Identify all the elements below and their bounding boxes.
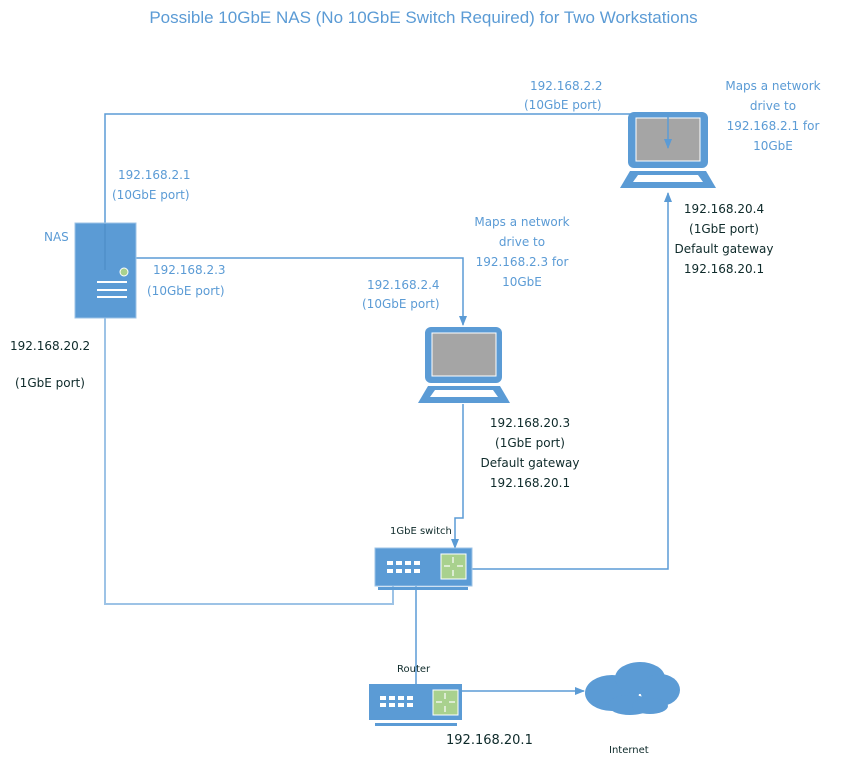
ws1-note-line: 192.168.2.1 for — [726, 119, 820, 133]
ws2-note-line: 192.168.2.3 for — [475, 255, 569, 269]
workstation-2-laptop-icon[interactable] — [418, 327, 510, 403]
nas-label: NAS — [44, 230, 69, 244]
nas-port-a-type: (10GbE port) — [112, 188, 190, 202]
link-ws2-switch — [451, 404, 464, 549]
ws1-10g-type: (10GbE port) — [524, 98, 602, 112]
ws1-1g-type: (1GbE port) — [689, 222, 759, 236]
nas-1g-ip: 192.168.20.2 — [10, 339, 91, 353]
ws1-note-line: drive to — [749, 99, 797, 113]
router-icon[interactable] — [369, 684, 462, 726]
ws1-gateway-ip: 192.168.20.1 — [683, 262, 765, 276]
ws2-gateway-label: Default gateway — [480, 456, 580, 470]
ws2-note-line: Maps a network — [474, 215, 570, 229]
ws2-note: Maps a network drive to 192.168.2.3 for … — [462, 212, 582, 292]
ws2-1g-type: (1GbE port) — [495, 436, 565, 450]
nas-port-a-ip: 192.168.2.1 — [118, 168, 191, 182]
ws2-1g-ip: 192.168.20.3 — [489, 416, 571, 430]
ws1-1g-info: 192.168.20.4 (1GbE port) Default gateway… — [664, 199, 784, 279]
ws1-1g-ip: 192.168.20.4 — [683, 202, 765, 216]
ws1-note-line: Maps a network — [725, 79, 821, 93]
nas-1g-type: (1GbE port) — [15, 376, 85, 390]
ws1-gateway-label: Default gateway — [674, 242, 774, 256]
ws2-1g-info: 192.168.20.3 (1GbE port) Default gateway… — [470, 413, 590, 493]
internet-label: Internet — [609, 745, 649, 756]
ws2-note-line: drive to — [498, 235, 546, 249]
diagram-title: Possible 10GbE NAS (No 10GbE Switch Requ… — [149, 8, 698, 27]
switch-icon[interactable] — [374, 547, 473, 590]
ws1-note: Maps a network drive to 192.168.2.1 for … — [718, 76, 828, 156]
link-nas-switch — [104, 318, 394, 605]
switch-label: 1GbE switch — [390, 526, 452, 537]
router-label: Router — [397, 664, 431, 675]
router-ip: 192.168.20.1 — [446, 733, 533, 748]
ws1-10g-ip: 192.168.2.2 — [530, 79, 603, 93]
nas-port-b-ip: 192.168.2.3 — [153, 263, 226, 277]
ws1-note-line: 10GbE — [753, 139, 793, 153]
ws2-10g-type: (10GbE port) — [362, 297, 440, 311]
internet-cloud-icon[interactable] — [585, 662, 680, 715]
ws2-10g-ip: 192.168.2.4 — [367, 278, 440, 292]
nas-port-b-type: (10GbE port) — [147, 284, 225, 298]
ws2-gateway-ip: 192.168.20.1 — [489, 476, 571, 490]
ws2-note-line: 10GbE — [502, 275, 542, 289]
nas-server-icon[interactable] — [74, 222, 137, 319]
